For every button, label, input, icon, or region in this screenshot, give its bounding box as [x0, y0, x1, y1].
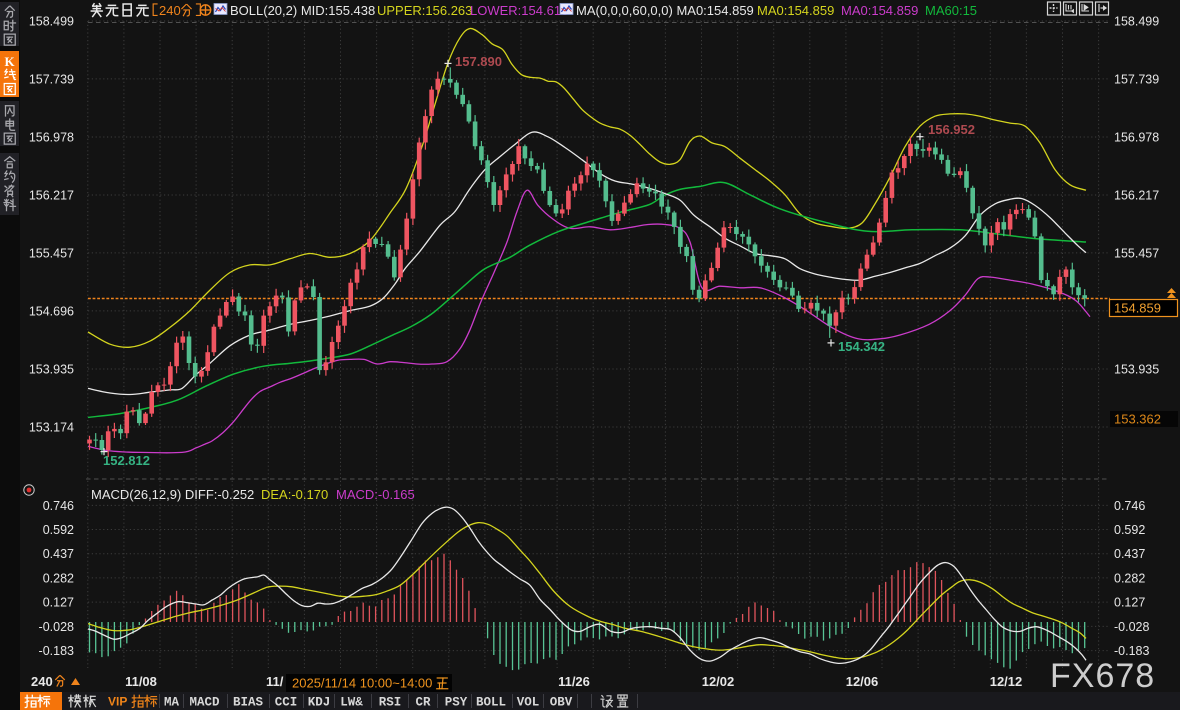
svg-text:VOL: VOL	[517, 696, 540, 710]
svg-text:-0.183: -0.183	[1114, 644, 1149, 658]
svg-text:OBV: OBV	[550, 696, 573, 710]
svg-text:BOLL(20,2) MID:155.438: BOLL(20,2) MID:155.438	[230, 3, 375, 18]
svg-text:157.890: 157.890	[455, 54, 502, 69]
svg-text:MACD(26,12,9) DIFF:-0.252: MACD(26,12,9) DIFF:-0.252	[91, 487, 254, 502]
svg-text:240: 240	[31, 674, 53, 689]
svg-text:156.217: 156.217	[1114, 189, 1159, 203]
svg-text:0.746: 0.746	[1114, 499, 1145, 513]
svg-text:11/08: 11/08	[125, 674, 157, 689]
svg-text:154.696: 154.696	[29, 304, 74, 318]
svg-text:-0.028: -0.028	[39, 620, 74, 634]
svg-text:PSY: PSY	[445, 696, 468, 710]
svg-text:0.437: 0.437	[1114, 547, 1145, 561]
svg-text:11/26: 11/26	[558, 674, 590, 689]
svg-text:MA(0,0,0,60,0,0) MA0:154.859: MA(0,0,0,60,0,0) MA0:154.859	[576, 3, 754, 18]
svg-text:153.935: 153.935	[1114, 363, 1159, 377]
svg-text:FX678: FX678	[1050, 657, 1155, 695]
svg-text:UPPER:156.263: UPPER:156.263	[377, 3, 472, 18]
svg-text:VIP: VIP	[108, 695, 127, 709]
svg-text:RSI: RSI	[379, 696, 402, 710]
svg-text:155.457: 155.457	[1114, 246, 1159, 260]
svg-text:MA0:154.859: MA0:154.859	[841, 3, 918, 18]
svg-text:BIAS: BIAS	[233, 696, 264, 710]
svg-text:MACD: MACD	[189, 696, 220, 710]
svg-text:0.746: 0.746	[43, 499, 74, 513]
svg-text:154.859: 154.859	[1114, 301, 1161, 316]
svg-text:0.127: 0.127	[1114, 596, 1145, 610]
svg-text:11/: 11/	[266, 674, 284, 689]
svg-text:MACD:-0.165: MACD:-0.165	[336, 487, 415, 502]
svg-text:12/02: 12/02	[702, 674, 735, 689]
svg-text:240: 240	[159, 3, 181, 18]
svg-text:155.457: 155.457	[29, 246, 74, 260]
svg-text:-0.028: -0.028	[1114, 620, 1149, 634]
svg-text:12/06: 12/06	[846, 674, 879, 689]
svg-text:0.282: 0.282	[43, 571, 74, 585]
svg-text:153.362: 153.362	[1114, 412, 1161, 427]
svg-text:158.499: 158.499	[29, 15, 74, 29]
svg-text:0.592: 0.592	[43, 523, 74, 537]
svg-text:156.952: 156.952	[928, 122, 975, 137]
svg-text:BOLL: BOLL	[476, 696, 506, 710]
svg-text:2025/11/14 10:00~14:00: 2025/11/14 10:00~14:00	[292, 676, 432, 691]
svg-text:152.812: 152.812	[103, 453, 150, 468]
svg-text:0.437: 0.437	[43, 547, 74, 561]
svg-text:0.282: 0.282	[1114, 571, 1145, 585]
svg-text:157.739: 157.739	[1114, 72, 1159, 86]
svg-text:MA: MA	[164, 696, 180, 710]
svg-text:153.174: 153.174	[29, 421, 74, 435]
svg-text:158.499: 158.499	[1114, 15, 1159, 29]
svg-text:156.978: 156.978	[1114, 131, 1159, 145]
svg-text:156.978: 156.978	[29, 131, 74, 145]
svg-text:153.935: 153.935	[29, 363, 74, 377]
svg-text:154.342: 154.342	[838, 339, 885, 354]
svg-text:MA0:154.859: MA0:154.859	[757, 3, 834, 18]
svg-text:CCI: CCI	[275, 696, 298, 710]
svg-text:LOWER:154.613: LOWER:154.613	[470, 3, 568, 18]
svg-text:MA60:15: MA60:15	[925, 3, 977, 18]
svg-text:KDJ: KDJ	[308, 696, 331, 710]
svg-text:-0.183: -0.183	[39, 644, 74, 658]
svg-text:157.739: 157.739	[29, 72, 74, 86]
svg-text:LW&: LW&	[340, 696, 363, 710]
svg-text:0.127: 0.127	[43, 596, 74, 610]
svg-text:0.592: 0.592	[1114, 523, 1145, 537]
svg-text:K: K	[4, 54, 15, 69]
svg-text:DEA:-0.170: DEA:-0.170	[261, 487, 328, 502]
svg-text:156.217: 156.217	[29, 189, 74, 203]
svg-text:12/12: 12/12	[990, 674, 1023, 689]
svg-text:CR: CR	[415, 696, 431, 710]
